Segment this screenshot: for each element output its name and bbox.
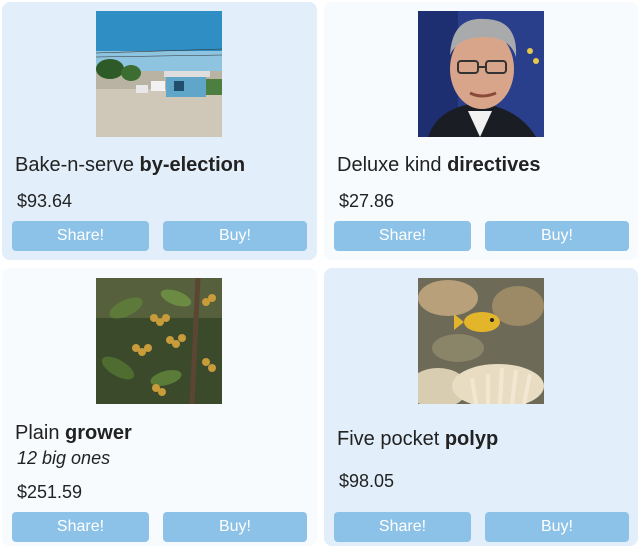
product-image[interactable]	[418, 11, 544, 137]
product-price: $98.05	[339, 471, 395, 491]
product-image[interactable]	[96, 278, 222, 404]
product-noun: polyp	[444, 428, 499, 450]
product-adjective: Plain	[15, 422, 60, 444]
share-button[interactable]: Share!	[12, 221, 149, 251]
product-title: Deluxe kind directives	[337, 153, 540, 177]
product-price: $27.86	[339, 191, 395, 211]
product-noun: grower	[65, 422, 132, 444]
share-button[interactable]: Share!	[334, 512, 471, 542]
man-portrait-photo-icon	[418, 11, 544, 137]
product-image[interactable]	[96, 11, 222, 137]
product-subtitle: 12 big ones	[17, 448, 111, 468]
share-button[interactable]: Share!	[334, 221, 471, 251]
coral-fish-photo-icon	[418, 278, 544, 404]
product-adjective: Deluxe kind	[337, 154, 442, 176]
buy-button[interactable]: Buy!	[163, 512, 307, 542]
product-title: Five pocket polyp	[337, 427, 498, 451]
buy-button[interactable]: Buy!	[485, 512, 629, 542]
street-scene-photo-icon	[96, 11, 222, 137]
coffee-plant-photo-icon	[96, 278, 222, 404]
product-title: Plain grower	[15, 421, 132, 445]
product-noun: directives	[447, 154, 541, 176]
product-image[interactable]	[418, 278, 544, 404]
product-price: $251.59	[17, 482, 83, 502]
buy-button[interactable]: Buy!	[163, 221, 307, 251]
product-noun: by-election	[139, 154, 246, 176]
product-price: $93.64	[17, 191, 73, 211]
product-adjective: Five pocket	[337, 428, 440, 450]
product-title: Bake-n-serve by-election	[15, 153, 245, 177]
buy-button[interactable]: Buy!	[485, 221, 629, 251]
product-adjective: Bake-n-serve	[15, 154, 134, 176]
share-button[interactable]: Share!	[12, 512, 149, 542]
